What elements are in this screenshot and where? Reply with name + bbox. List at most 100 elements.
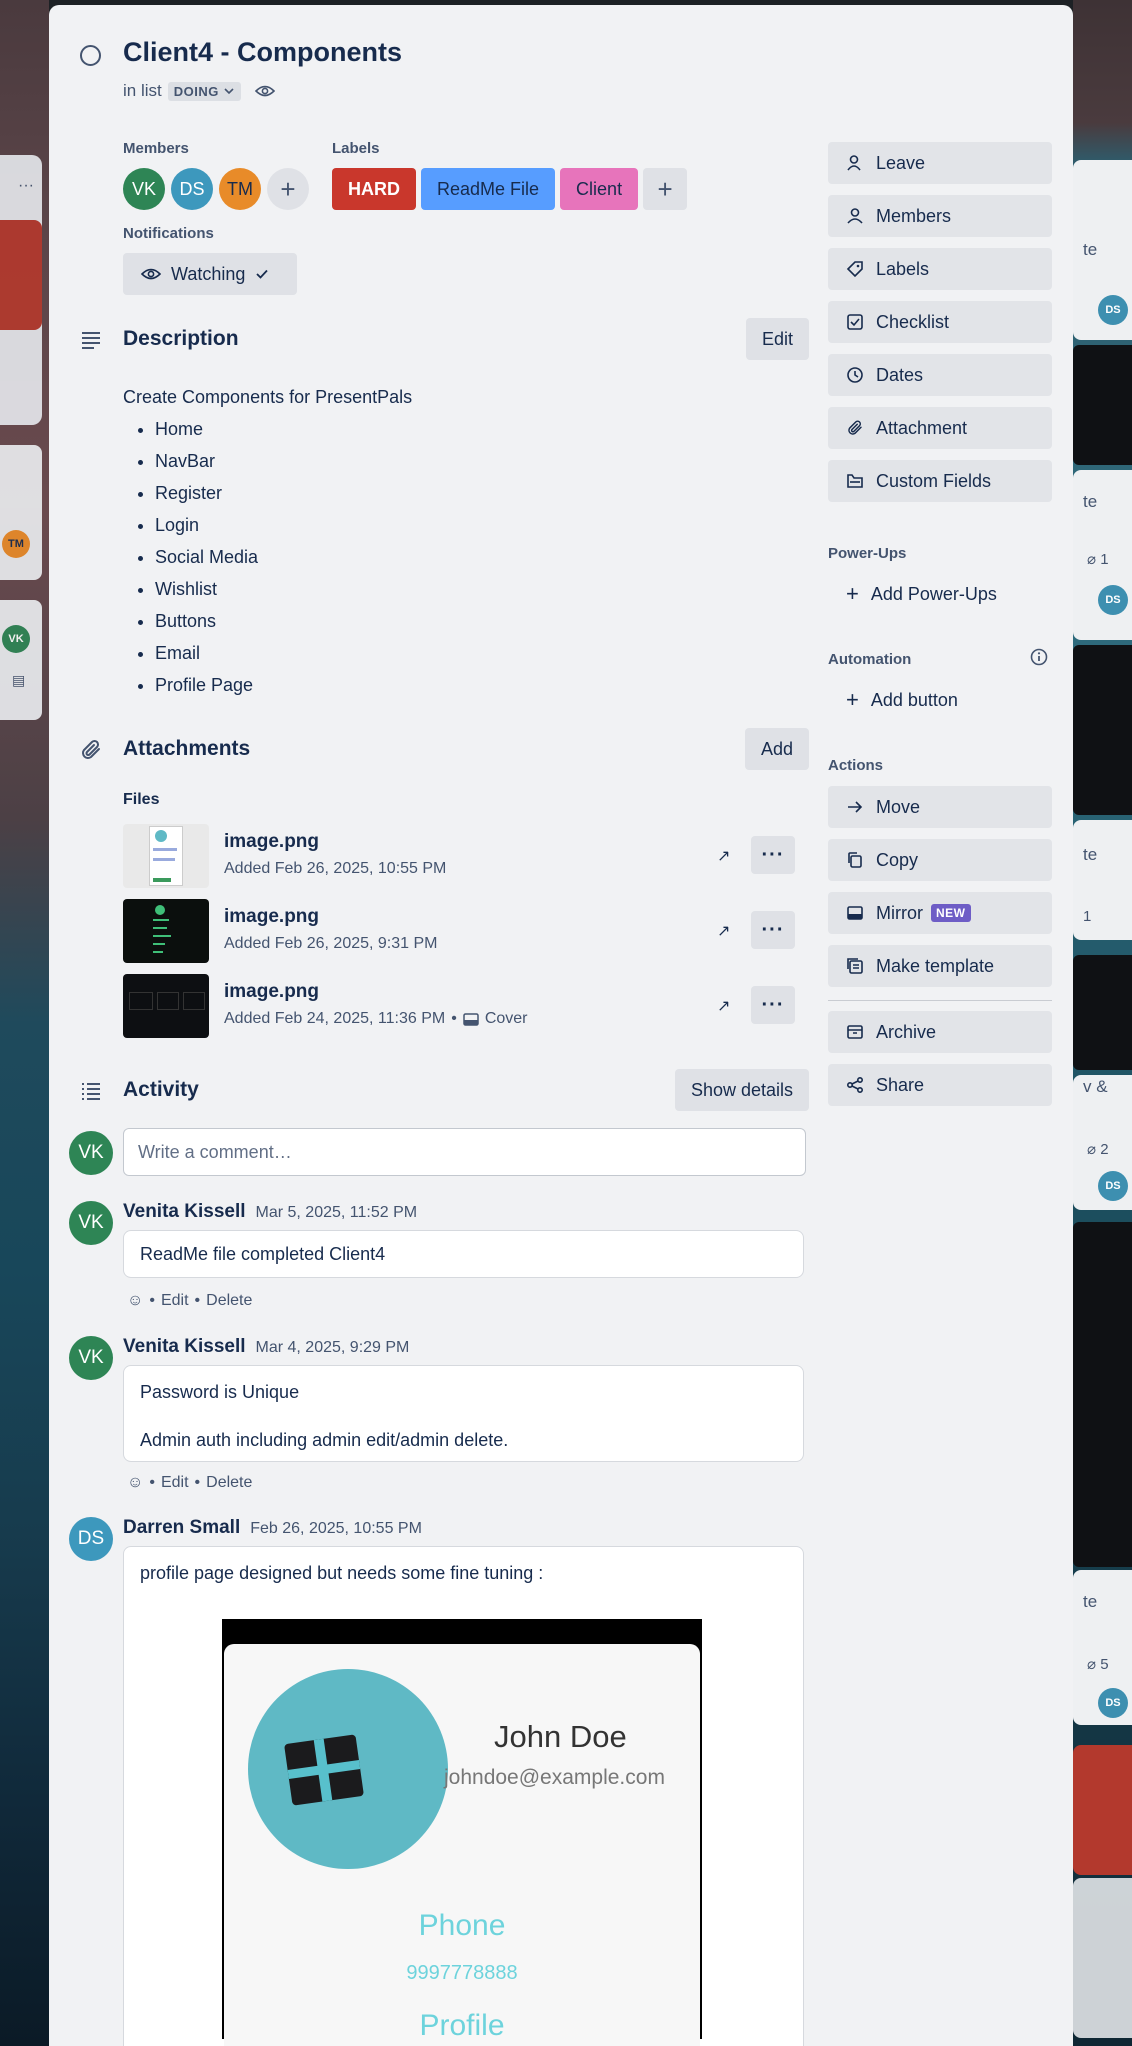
card-template-icon: ▤ [12,672,26,688]
avatar[interactable]: VK [69,1336,113,1380]
add-powerups-button[interactable]: + Add Power-Ups [828,574,997,614]
board-card[interactable]: te DS [1073,160,1132,340]
attachment-thumbnail[interactable] [123,899,209,963]
button-label: Checklist [876,311,950,332]
card-attachment-count: ⌀ 1 [1087,551,1109,568]
edit-comment-link[interactable]: Edit [161,1474,189,1492]
list-menu-icon[interactable]: ··· [18,177,34,195]
description-body[interactable]: Create Components for PresentPals Home N… [123,381,412,701]
open-external-icon[interactable]: ↗ [717,996,730,1016]
board-card-cover[interactable] [0,220,42,330]
add-member-button[interactable]: + [267,168,309,210]
list-item: Home [155,413,412,445]
board-card[interactable]: VK ▤ [0,600,42,720]
template-icon [847,958,863,974]
board-card[interactable]: v & ⌀ 2 DS [1073,1075,1132,1210]
move-button[interactable]: Move [828,786,1052,828]
mirror-button[interactable]: Mirror NEW [828,892,1052,934]
share-button[interactable]: Share [828,1064,1052,1106]
attachment-more-button[interactable]: ··· [751,911,795,949]
eye-icon[interactable] [254,84,275,98]
profile-avatar-image [248,1669,448,1869]
attachment-row[interactable]: image.png Added Feb 26, 2025, 10:55 PM ↗… [123,824,798,890]
copy-button[interactable]: Copy [828,839,1052,881]
avatar[interactable]: DS [69,1517,113,1561]
button-label: Dates [876,364,924,385]
attachment-name[interactable]: image.png [224,981,319,1003]
dates-button[interactable]: Dates [828,354,1052,396]
archive-button[interactable]: Archive [828,1011,1052,1053]
card-title: te [1083,1592,1098,1611]
board-card[interactable]: te 1 [1073,820,1132,940]
avatar[interactable]: VK [69,1201,113,1245]
avatar[interactable]: VK [123,168,165,210]
card-title: te [1083,240,1098,259]
avatar[interactable]: VK [69,1131,113,1175]
comment-timestamp[interactable]: Mar 5, 2025, 11:52 PM [256,1204,418,1221]
label-chip[interactable]: ReadMe File [421,168,556,210]
list-item: Profile Page [155,669,412,701]
info-icon[interactable] [1030,648,1048,666]
add-reaction-icon[interactable]: ☺ [127,1292,143,1310]
delete-comment-link[interactable]: Delete [206,1292,252,1310]
comment-embedded-image[interactable]: John Doe johndoe@example.com Phone 99977… [222,1619,702,2046]
complete-checkbox[interactable] [80,45,101,66]
attachment-meta: Added Feb 26, 2025, 10:55 PM [224,860,446,878]
show-details-button[interactable]: Show details [674,1069,809,1111]
label-chip[interactable]: HARD [332,168,416,210]
comment-author[interactable]: Venita Kissell [123,1201,246,1222]
comment-input[interactable]: Write a comment… [123,1128,806,1176]
edit-comment-link[interactable]: Edit [161,1292,189,1310]
attachment-name[interactable]: image.png [224,831,319,853]
attachment-thumbnail[interactable] [123,974,209,1038]
attachment-button[interactable]: Attachment [828,407,1052,449]
attachment-thumbnail[interactable] [123,824,209,888]
watching-button[interactable]: Watching [123,253,297,295]
card-avatar: TM [2,530,30,558]
attachment-row[interactable]: image.png Added Feb 24, 2025, 11:36 PM •… [123,974,798,1040]
delete-comment-link[interactable]: Delete [206,1474,252,1492]
edit-description-button[interactable]: Edit [745,318,809,360]
comment-timestamp[interactable]: Feb 26, 2025, 10:55 PM [250,1520,422,1537]
comment-timestamp[interactable]: Mar 4, 2025, 9:29 PM [256,1339,410,1356]
card-title[interactable]: Client4 - Components [123,37,402,68]
avatar[interactable]: DS [171,168,213,210]
label-chip[interactable]: Client [560,168,639,210]
board-card-cover[interactable] [1073,1745,1132,1875]
board-list[interactable]: ··· [0,155,42,425]
add-label-button[interactable]: + [643,168,688,210]
list-selector[interactable]: DOING [167,81,241,101]
custom-fields-button[interactable]: Custom Fields [828,460,1052,502]
add-reaction-icon[interactable]: ☺ [127,1474,143,1492]
button-label: Leave [876,152,926,173]
comment-author[interactable]: Venita Kissell [123,1336,246,1357]
labels-button[interactable]: Labels [828,248,1052,290]
open-external-icon[interactable]: ↗ [717,846,730,866]
checklist-button[interactable]: Checklist [828,301,1052,343]
members-button[interactable]: Members [828,195,1052,237]
board-card[interactable]: TM [0,445,42,580]
board-right-column: te DS te ⌀ 1 DS te 1 v & ⌀ 2 DS te ⌀ 5 D… [1073,0,1132,2046]
attachment-row[interactable]: image.png Added Feb 26, 2025, 9:31 PM ↗ … [123,899,798,965]
list-name: DOING [173,83,219,99]
attachment-more-button[interactable]: ··· [751,836,795,874]
attachment-name[interactable]: image.png [224,906,319,928]
card-avatar: DS [1098,585,1128,615]
open-external-icon[interactable]: ↗ [717,921,730,941]
files-label: Files [123,791,160,808]
board-card[interactable] [1073,1878,1132,2038]
add-button-button[interactable]: + Add button [828,680,958,720]
arrow-right-icon [848,801,863,813]
attachment-meta: Added Feb 26, 2025, 9:31 PM [224,935,437,953]
comment-author[interactable]: Darren Small [123,1517,240,1538]
avatar[interactable]: TM [219,168,261,210]
leave-button[interactable]: Leave [828,142,1052,184]
make-template-button[interactable]: Make template [828,945,1052,987]
add-attachment-button[interactable]: Add [744,728,809,770]
attachment-more-button[interactable]: ··· [751,986,795,1024]
card-header: Client4 - Components [49,35,1073,75]
list-item: Wishlist [155,573,412,605]
description-header: Description Edit [49,318,809,360]
board-card[interactable]: te ⌀ 5 DS [1073,1570,1132,1725]
board-card[interactable]: te ⌀ 1 DS [1073,470,1132,640]
